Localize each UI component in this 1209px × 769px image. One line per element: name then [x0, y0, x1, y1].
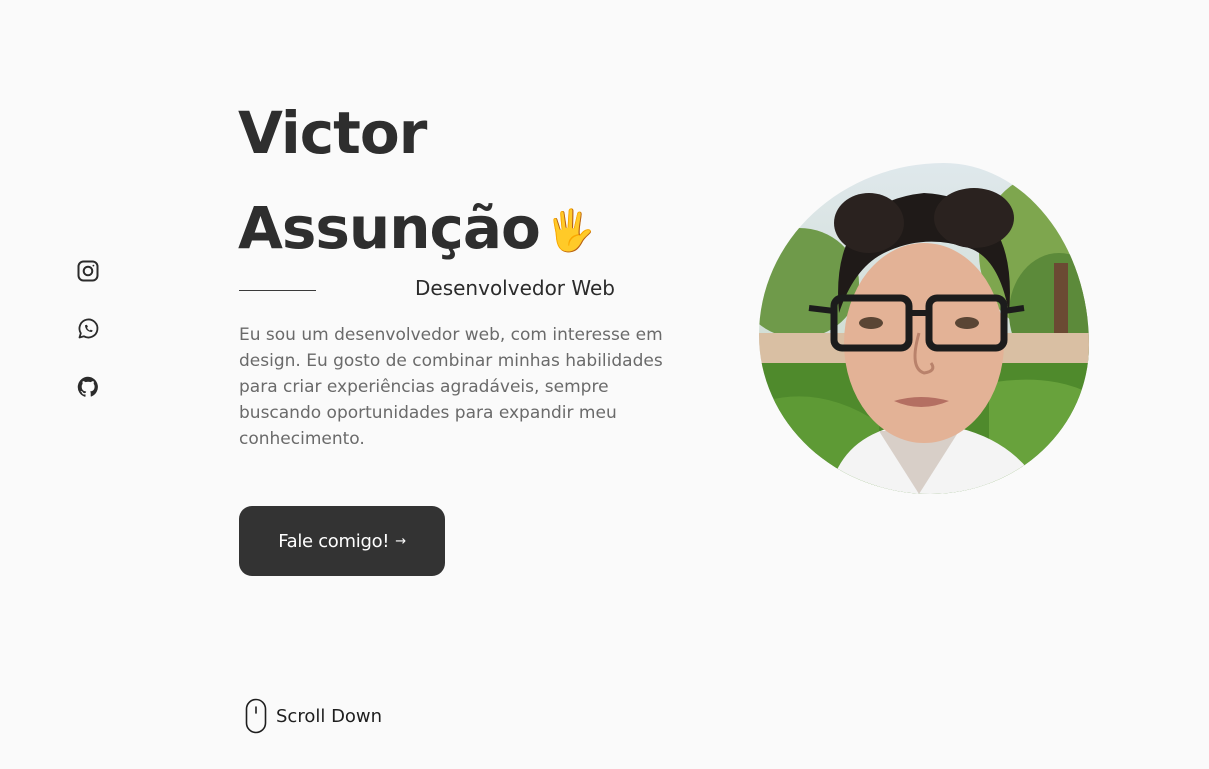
arrow-right-icon: → — [395, 533, 406, 549]
whatsapp-link[interactable] — [76, 317, 100, 341]
hero-last-name: Assunção — [238, 194, 541, 262]
social-links — [76, 259, 100, 399]
waving-hand-icon: 🖐 — [545, 208, 596, 255]
contact-button-label: Fale comigo! — [278, 530, 390, 552]
hero-description: Eu sou um desenvolvedor web, com interes… — [239, 325, 663, 449]
scroll-down-link[interactable]: Scroll Down — [245, 698, 382, 734]
mouse-icon — [245, 698, 267, 734]
instagram-icon — [76, 259, 100, 283]
github-icon — [76, 375, 100, 399]
hero-first-name: Victor — [238, 99, 427, 167]
hero-subtitle: Desenvolvedor Web — [415, 276, 615, 300]
hero-last-name-line: Assunção 🖐 — [238, 181, 596, 279]
profile-photo — [759, 163, 1089, 494]
contact-button[interactable]: Fale comigo! → — [239, 506, 445, 576]
instagram-link[interactable] — [76, 259, 100, 283]
hero-title: Victor Assunção 🖐 — [238, 86, 596, 279]
whatsapp-icon — [76, 317, 100, 341]
scroll-down-label: Scroll Down — [276, 705, 383, 727]
github-link[interactable] — [76, 375, 100, 399]
subtitle-divider — [239, 290, 316, 291]
